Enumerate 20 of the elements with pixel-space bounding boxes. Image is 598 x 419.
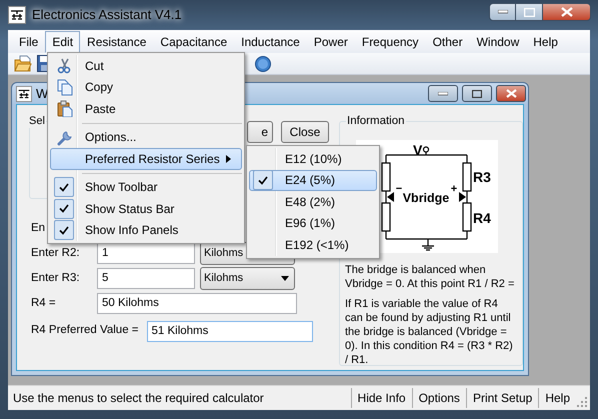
status-message: Use the menus to select the required calculator xyxy=(12,390,265,407)
field-label: R4 Preferred Value = xyxy=(30,323,138,338)
voltage-label: V xyxy=(413,142,422,158)
field-label: En xyxy=(30,220,46,236)
dropdown-value: Kilohms xyxy=(204,246,244,262)
polarity-label: − xyxy=(396,183,402,195)
resistor-label: R4 xyxy=(473,210,491,226)
vbridge-label: Vbridge xyxy=(402,191,450,205)
resistor-label: R3 xyxy=(473,169,491,185)
info-paragraph: The bridge is balanced when Vbridge = 0. At this point R1 / R2 = xyxy=(345,263,516,291)
polarity-label: + xyxy=(450,183,458,195)
field-label: Enter R2: xyxy=(30,246,81,261)
dropdown-value: Kilohms xyxy=(204,271,244,286)
field-label: Enter R3: xyxy=(30,270,81,286)
output-field: 51 Kilohms xyxy=(146,320,312,342)
group-label: Sel xyxy=(28,114,46,128)
field-label: R4 = xyxy=(30,296,57,311)
window-title: Electronics Assistant V4.1 xyxy=(32,6,182,24)
info-paragraph: If R1 is variable the value of R4 can be found by adjusting R1 until the bridge is balanced (Vbridge = 0). In this condition R4 = (R3 * R2) / R1. xyxy=(345,297,514,367)
output-field: 50 Kilohms xyxy=(97,293,297,314)
